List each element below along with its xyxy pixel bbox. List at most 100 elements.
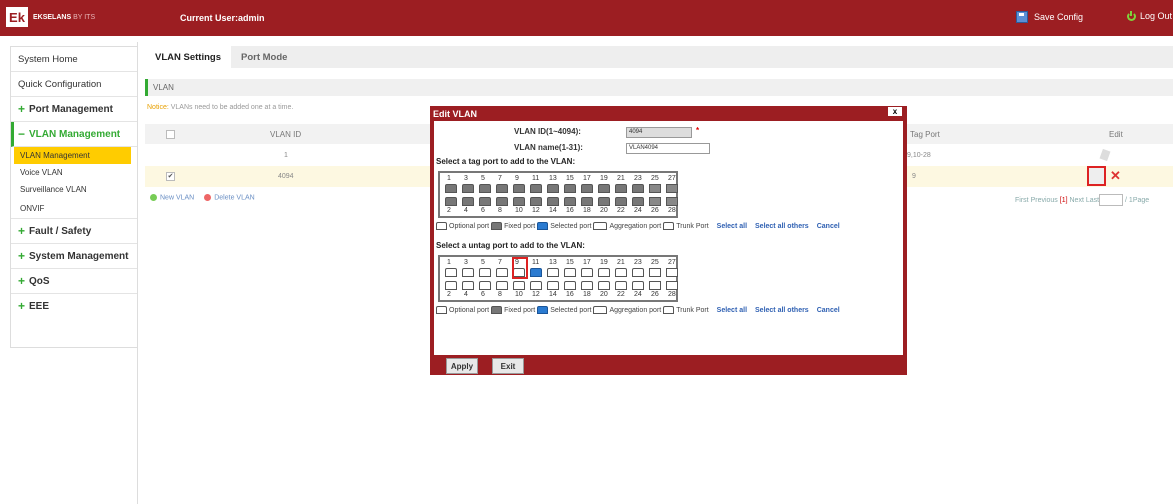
port-number-label: 6	[481, 207, 485, 214]
save-config-button[interactable]: Save Config	[1016, 11, 1083, 23]
port-12-toggle[interactable]	[530, 281, 542, 290]
delete-x-icon[interactable]: ✕	[1110, 168, 1121, 184]
port-1-toggle[interactable]	[445, 268, 457, 277]
delete-vlan-link[interactable]: Delete VLAN	[204, 194, 255, 201]
port-24-toggle[interactable]	[632, 197, 644, 206]
port-8-toggle[interactable]	[496, 197, 508, 206]
row-checkbox[interactable]: ✔	[166, 172, 175, 181]
port-10-toggle[interactable]	[513, 281, 525, 290]
legend-select-all-link[interactable]: Select all	[717, 307, 747, 314]
legend-cancel-link[interactable]: Cancel	[817, 307, 840, 314]
dialog-body: VLAN ID(1~4094): 4094 * VLAN name(1-31):…	[434, 121, 903, 355]
port-22-toggle[interactable]	[615, 197, 627, 206]
port-15-toggle[interactable]	[564, 184, 576, 193]
pager-current: [1]	[1059, 196, 1068, 204]
port-5-toggle[interactable]	[479, 184, 491, 193]
edit-button-highlighted[interactable]	[1087, 166, 1106, 186]
port-20-toggle[interactable]	[598, 197, 610, 206]
pager-last[interactable]: Last	[1086, 197, 1099, 204]
port-5-toggle[interactable]	[479, 268, 491, 277]
port-number-label: 21	[617, 175, 625, 182]
port-22-toggle[interactable]	[615, 281, 627, 290]
port-6-toggle[interactable]	[479, 281, 491, 290]
sidebar-item-quick-config[interactable]: Quick Configuration	[11, 72, 137, 97]
tab-port-mode[interactable]: Port Mode	[231, 46, 297, 68]
port-2-toggle[interactable]	[445, 197, 457, 206]
port-13-toggle[interactable]	[547, 268, 559, 277]
port-4-toggle[interactable]	[462, 197, 474, 206]
port-26-toggle[interactable]	[649, 281, 661, 290]
select-all-checkbox[interactable]	[166, 129, 175, 139]
sidebar-item-system-management[interactable]: + System Management	[11, 244, 137, 269]
page-input[interactable]	[1099, 194, 1124, 206]
port-15-toggle[interactable]	[564, 268, 576, 277]
port-4-toggle[interactable]	[462, 281, 474, 290]
port-6-toggle[interactable]	[479, 197, 491, 206]
port-16-toggle[interactable]	[564, 281, 576, 290]
pager-previous[interactable]: Previous	[1031, 197, 1058, 204]
port-7-toggle[interactable]	[496, 184, 508, 193]
port-11-toggle[interactable]	[530, 184, 542, 193]
port-27-toggle[interactable]	[666, 184, 678, 193]
port-9-toggle[interactable]	[513, 184, 525, 193]
port-21-toggle[interactable]	[615, 184, 627, 193]
port-19-toggle[interactable]	[598, 268, 610, 277]
sidebar-item-eee[interactable]: + EEE	[11, 294, 137, 318]
sidebar-subitem-surveillance-vlan[interactable]: Surveillance VLAN	[11, 181, 137, 198]
port-number-label: 2	[447, 291, 451, 298]
sidebar-item-vlan-management[interactable]: − VLAN Management	[11, 122, 137, 147]
port-23-toggle[interactable]	[632, 268, 644, 277]
port-3-toggle[interactable]	[462, 268, 474, 277]
port-16-toggle[interactable]	[564, 197, 576, 206]
port-1-toggle[interactable]	[445, 184, 457, 193]
sidebar-subitem-vlan-management[interactable]: VLAN Management	[14, 147, 131, 164]
close-button[interactable]: x	[888, 107, 902, 116]
pager-first[interactable]: First	[1015, 197, 1029, 204]
port-number-label: 23	[634, 259, 642, 266]
logout-button[interactable]: Log Out	[1127, 10, 1172, 21]
port-8-toggle[interactable]	[496, 281, 508, 290]
port-20-toggle[interactable]	[598, 281, 610, 290]
port-19-toggle[interactable]	[598, 184, 610, 193]
vlan-id-field: 4094	[626, 127, 692, 138]
port-2-toggle[interactable]	[445, 281, 457, 290]
port-18-toggle[interactable]	[581, 281, 593, 290]
port-7-toggle[interactable]	[496, 268, 508, 277]
port-17-toggle[interactable]	[581, 268, 593, 277]
port-18-toggle[interactable]	[581, 197, 593, 206]
pager-next[interactable]: Next	[1070, 197, 1084, 204]
sidebar-subitem-onvif[interactable]: ONVIF	[11, 198, 137, 219]
legend-select-others-link[interactable]: Select all others	[755, 223, 809, 230]
exit-button[interactable]: Exit	[492, 358, 524, 374]
vlan-name-field[interactable]: VLAN4094	[626, 143, 710, 154]
new-vlan-link[interactable]: New VLAN	[150, 194, 194, 201]
port-10-toggle[interactable]	[513, 197, 525, 206]
required-mark: *	[696, 126, 700, 135]
port-23-toggle[interactable]	[632, 184, 644, 193]
sidebar-item-qos[interactable]: + QoS	[11, 269, 137, 294]
sidebar-item-port-management[interactable]: + Port Management	[11, 97, 137, 122]
port-13-toggle[interactable]	[547, 184, 559, 193]
legend-select-others-link[interactable]: Select all others	[755, 307, 809, 314]
port-21-toggle[interactable]	[615, 268, 627, 277]
port-26-toggle[interactable]	[649, 197, 661, 206]
port-12-toggle[interactable]	[530, 197, 542, 206]
legend-cancel-link[interactable]: Cancel	[817, 223, 840, 230]
legend-select-all-link[interactable]: Select all	[717, 223, 747, 230]
port-3-toggle[interactable]	[462, 184, 474, 193]
port-25-toggle[interactable]	[649, 268, 661, 277]
port-14-toggle[interactable]	[547, 197, 559, 206]
port-27-toggle[interactable]	[666, 268, 678, 277]
sidebar-item-system-home[interactable]: System Home	[11, 47, 137, 72]
sidebar-item-fault-safety[interactable]: + Fault / Safety	[11, 219, 137, 244]
port-14-toggle[interactable]	[547, 281, 559, 290]
port-28-toggle[interactable]	[666, 197, 678, 206]
port-11-toggle[interactable]	[530, 268, 542, 277]
apply-button[interactable]: Apply	[446, 358, 478, 374]
tab-vlan-settings[interactable]: VLAN Settings	[145, 46, 231, 68]
port-25-toggle[interactable]	[649, 184, 661, 193]
port-28-toggle[interactable]	[666, 281, 678, 290]
port-17-toggle[interactable]	[581, 184, 593, 193]
port-24-toggle[interactable]	[632, 281, 644, 290]
sidebar-subitem-voice-vlan[interactable]: Voice VLAN	[11, 164, 137, 181]
